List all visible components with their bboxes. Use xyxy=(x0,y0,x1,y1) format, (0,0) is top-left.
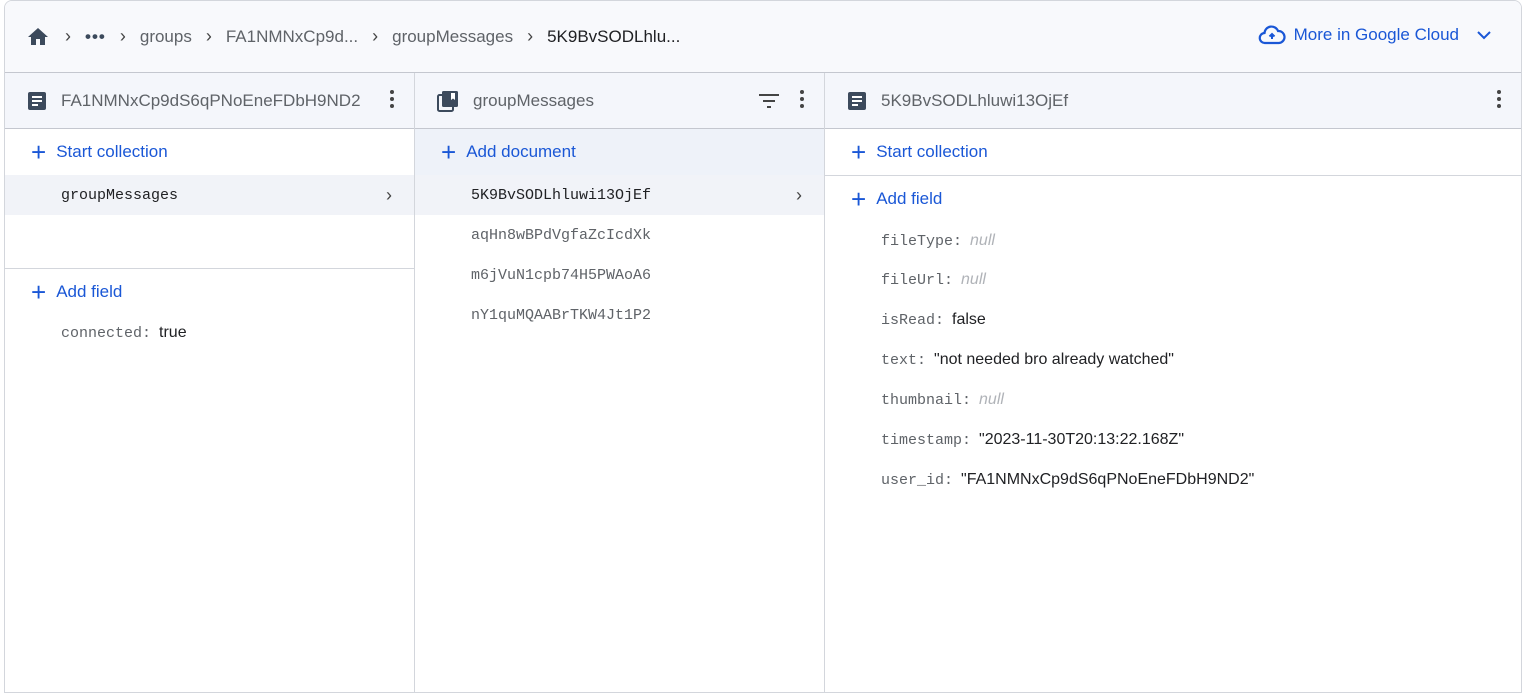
plus-icon: + xyxy=(441,137,457,167)
more-vert-icon[interactable] xyxy=(1497,90,1501,108)
field-row[interactable]: thumbnail: null xyxy=(825,380,1521,420)
breadcrumb-item-document[interactable]: FA1NMNxCp9d... xyxy=(226,27,358,47)
firestore-data-viewer: › ••• › groups › FA1NMNxCp9d... › groupM… xyxy=(4,0,1522,693)
plus-icon: + xyxy=(851,137,867,167)
field-value: "not needed bro already watched" xyxy=(934,351,1174,368)
collection-name: groupMessages xyxy=(61,186,179,204)
field-value: "FA1NMNxCp9dS6qPNoEneFDbH9ND2" xyxy=(961,471,1255,488)
field-row[interactable]: timestamp: "2023-11-30T20:13:22.168Z" xyxy=(825,420,1521,460)
breadcrumb-overflow[interactable]: ••• xyxy=(85,27,106,47)
chevron-right-icon: › xyxy=(205,26,212,46)
panel-header: FA1NMNxCp9dS6qPNoEneFDbH9ND2 xyxy=(5,73,414,129)
chevron-right-icon: › xyxy=(119,26,126,46)
document-id: m6jVuN1cpb74H5PWAoA6 xyxy=(471,266,652,284)
field-value: null xyxy=(970,232,995,249)
field-value: null xyxy=(979,391,1004,408)
plus-icon: + xyxy=(851,184,867,214)
add-document-button[interactable]: + Add document xyxy=(415,129,824,175)
panel-header: 5K9BvSODLhluwi13OjEf xyxy=(825,73,1521,129)
add-field-label: Add field xyxy=(876,189,943,208)
field-key: isRead: xyxy=(881,311,945,329)
filter-icon[interactable] xyxy=(758,93,780,109)
home-icon[interactable] xyxy=(25,25,51,49)
document-item[interactable]: m6jVuN1cpb74H5PWAoA6 xyxy=(415,255,824,295)
start-collection-label: Start collection xyxy=(876,142,988,161)
breadcrumb-item-groups[interactable]: groups xyxy=(140,27,192,47)
field-key: connected: xyxy=(61,324,152,342)
document-icon xyxy=(27,91,47,111)
chevron-right-icon: › xyxy=(386,184,392,205)
field-key: text: xyxy=(881,351,927,369)
panel-title: 5K9BvSODLhluwi13OjEf xyxy=(881,90,1069,110)
field-key: fileUrl: xyxy=(881,271,954,289)
more-in-google-cloud-button[interactable]: More in Google Cloud xyxy=(1258,25,1491,45)
field-key: thumbnail: xyxy=(881,391,972,409)
field-key: user_id: xyxy=(881,471,954,489)
document-detail-panel: 5K9BvSODLhluwi13OjEf + Start collection +… xyxy=(825,73,1521,692)
field-row[interactable]: user_id: "FA1NMNxCp9dS6qPNoEneFDbH9ND2" xyxy=(825,460,1521,500)
panel-header: groupMessages xyxy=(415,73,824,129)
start-collection-button[interactable]: + Start collection xyxy=(825,129,1521,176)
breadcrumb-current: 5K9BvSODLhlu... xyxy=(547,26,681,46)
chevron-right-icon: › xyxy=(796,184,802,205)
chevron-right-icon: › xyxy=(65,26,71,46)
field-key: fileType: xyxy=(881,232,963,250)
chevron-right-icon: › xyxy=(527,26,534,46)
add-field-label: Add field xyxy=(56,282,123,301)
plus-icon: + xyxy=(31,137,47,167)
add-field-button[interactable]: + Add field xyxy=(5,269,414,315)
more-in-google-cloud-label: More in Google Cloud xyxy=(1293,25,1459,44)
collection-panel: groupMessages + Add document 5K9BvSODLhlu… xyxy=(415,73,825,692)
collection-icon xyxy=(437,90,459,112)
field-value: false xyxy=(952,311,986,328)
document-id: aqHn8wBPdVgfaZcIcdXk xyxy=(471,226,652,244)
field-row[interactable]: text: "not needed bro already watched" xyxy=(825,340,1521,380)
document-id: nY1quMQAABrTKW4Jt1P2 xyxy=(471,306,652,324)
document-item[interactable]: 5K9BvSODLhluwi13OjEf › xyxy=(415,175,824,215)
field-value: "2023-11-30T20:13:22.168Z" xyxy=(979,431,1184,448)
field-row[interactable]: connected: true xyxy=(5,315,414,351)
document-item[interactable]: aqHn8wBPdVgfaZcIcdXk xyxy=(415,215,824,255)
field-key: timestamp: xyxy=(881,431,972,449)
more-vert-icon[interactable] xyxy=(390,90,394,108)
chevron-right-icon: › xyxy=(372,26,379,46)
panel-title: groupMessages xyxy=(473,90,594,110)
divider xyxy=(5,215,414,269)
document-item[interactable]: nY1quMQAABrTKW4Jt1P2 xyxy=(415,295,824,335)
field-row[interactable]: fileType: null xyxy=(825,222,1521,260)
more-vert-icon[interactable] xyxy=(800,90,804,108)
panel-title: FA1NMNxCp9dS6qPNoEneFDbH9ND2 xyxy=(61,90,361,110)
chevron-down-icon xyxy=(1477,30,1491,40)
collection-item[interactable]: groupMessages › xyxy=(5,175,414,215)
cloud-icon xyxy=(1258,25,1286,45)
document-icon xyxy=(847,91,867,111)
field-value: null xyxy=(961,271,986,288)
field-row[interactable]: isRead: false xyxy=(825,300,1521,340)
start-collection-label: Start collection xyxy=(56,142,168,161)
plus-icon: + xyxy=(31,277,47,307)
breadcrumb: › ••• › groups › FA1NMNxCp9d... › groupM… xyxy=(5,1,1521,73)
add-field-button[interactable]: + Add field xyxy=(825,176,1521,222)
document-id: 5K9BvSODLhluwi13OjEf xyxy=(471,186,652,204)
breadcrumb-item-collection[interactable]: groupMessages xyxy=(392,27,513,47)
document-panel: FA1NMNxCp9dS6qPNoEneFDbH9ND2 + Start coll… xyxy=(5,73,415,692)
field-row[interactable]: fileUrl: null xyxy=(825,260,1521,300)
add-document-label: Add document xyxy=(466,142,576,161)
field-value: true xyxy=(159,324,187,341)
start-collection-button[interactable]: + Start collection xyxy=(5,129,414,175)
